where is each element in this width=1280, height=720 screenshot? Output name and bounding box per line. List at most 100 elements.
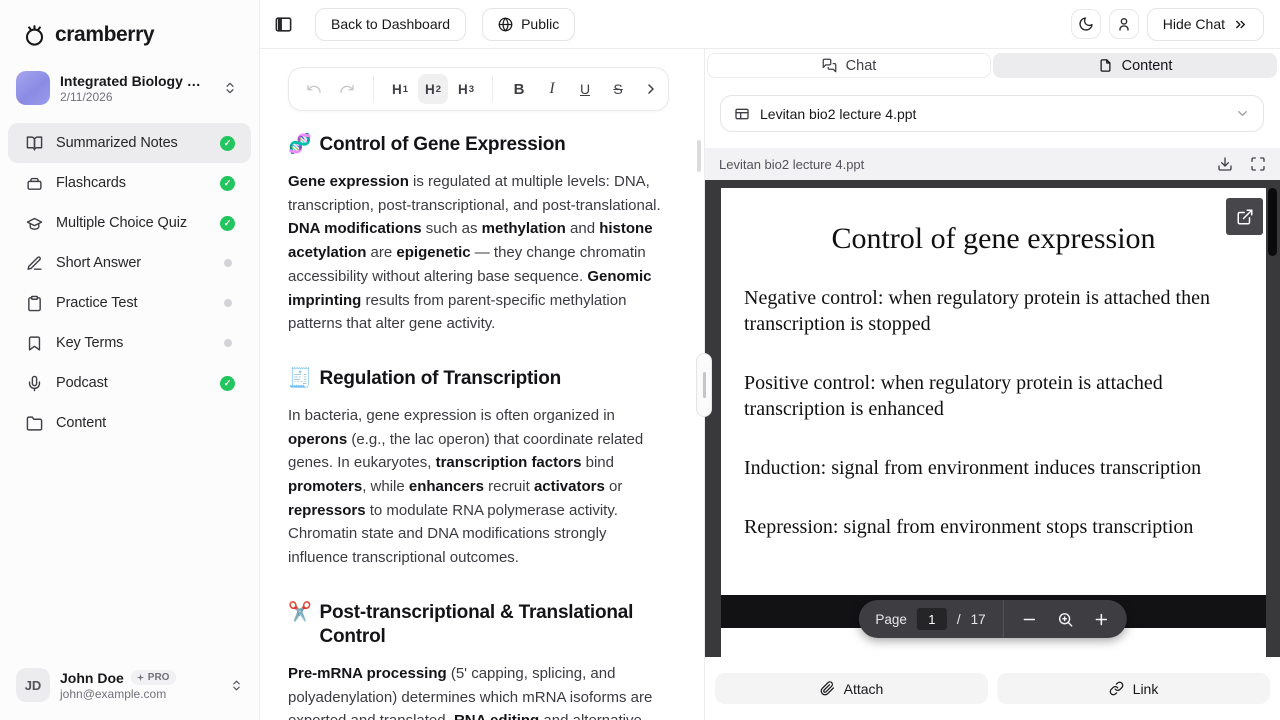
editor-toolbar: H1 H2 H3 B I U S — [288, 67, 669, 111]
sidebar-item-content[interactable]: Content — [8, 403, 251, 443]
download-icon[interactable] — [1217, 156, 1233, 172]
flashcards-icon — [26, 175, 43, 192]
status-badge — [220, 336, 235, 351]
bold-button[interactable]: B — [504, 74, 534, 104]
tab-chat[interactable]: Chat — [707, 53, 991, 78]
project-date: 2/11/2026 — [60, 90, 213, 104]
sidebar-item-practice-test[interactable]: Practice Test — [8, 283, 251, 323]
graduation-cap-icon — [26, 215, 43, 232]
dark-mode-button[interactable] — [1071, 9, 1101, 39]
zoom-out-icon[interactable] — [1021, 611, 1038, 628]
chat-bubble-icon — [822, 58, 837, 73]
sidebar-item-podcast[interactable]: Podcast ✓ — [8, 363, 251, 403]
panel-left-icon[interactable] — [274, 15, 293, 34]
dna-emoji-icon: 🧬 — [288, 133, 311, 157]
user-name: John Doe — [60, 670, 124, 686]
hide-chat-button[interactable]: Hide Chat — [1147, 8, 1264, 41]
pane-resize-handle[interactable] — [696, 353, 712, 417]
folder-icon — [26, 415, 43, 432]
ppt-viewer[interactable]: Control of gene expression Negative cont… — [705, 180, 1280, 657]
sidebar-item-key-terms[interactable]: Key Terms — [8, 323, 251, 363]
section-paragraph: Gene expression is regulated at multiple… — [288, 170, 670, 336]
slide-page-1: Control of gene expression Negative cont… — [721, 188, 1266, 595]
section-paragraph: In bacteria, gene expression is often or… — [288, 404, 670, 570]
section-heading: 🧬 Control of Gene Expression — [288, 133, 670, 157]
slide-paragraph: Induction: signal from environment induc… — [744, 455, 1243, 481]
zoom-in-icon[interactable] — [1093, 611, 1110, 628]
globe-icon — [498, 17, 513, 32]
page-total: 17 — [971, 612, 986, 627]
chevron-right-icon — [643, 81, 659, 97]
heading1-button[interactable]: H1 — [385, 74, 415, 104]
sidebar-item-multiple-choice-quiz[interactable]: Multiple Choice Quiz ✓ — [8, 203, 251, 243]
redo-button[interactable] — [332, 74, 362, 104]
document-icon — [1098, 58, 1113, 73]
viewer-scrollbar[interactable] — [1268, 188, 1277, 256]
notes-document[interactable]: 🧬 Control of Gene Expression Gene expres… — [288, 125, 670, 720]
sidebar-item-flashcards[interactable]: Flashcards ✓ — [8, 163, 251, 203]
project-selector[interactable]: Integrated Biology S… 2/11/2026 — [16, 71, 237, 105]
page-separator: / — [957, 612, 961, 627]
status-badge — [220, 296, 235, 311]
section-paragraph: Pre-mRNA processing (5' capping, splicin… — [288, 662, 670, 720]
undo-button[interactable] — [299, 74, 329, 104]
magnifier-icon[interactable] — [1057, 611, 1074, 628]
chevron-down-icon — [1235, 106, 1250, 121]
toolbar-more-button[interactable] — [636, 74, 666, 104]
undo-icon — [306, 81, 322, 97]
fullscreen-icon[interactable] — [1250, 156, 1266, 172]
pro-badge: PRO — [131, 670, 177, 685]
section-heading: ✂️ Post-transcriptional & Translational … — [288, 601, 670, 649]
editor-scrollbar[interactable] — [697, 140, 701, 172]
sidebar-item-label: Podcast — [56, 375, 207, 391]
heading3-button[interactable]: H3 — [451, 74, 481, 104]
chevrons-up-down-icon — [230, 679, 243, 692]
status-badge: ✓ — [220, 136, 235, 151]
user-email: john@example.com — [60, 687, 220, 701]
attach-button[interactable]: Attach — [715, 673, 988, 704]
project-title: Integrated Biology S… — [60, 73, 202, 89]
sidebar-item-label: Key Terms — [56, 335, 207, 351]
account-button[interactable] — [1109, 9, 1139, 39]
back-to-dashboard-button[interactable]: Back to Dashboard — [315, 8, 466, 41]
heading2-button[interactable]: H2 — [418, 74, 448, 104]
slide-title: Control of gene expression — [721, 222, 1266, 256]
app-logo: cramberry — [22, 22, 259, 47]
public-button[interactable]: Public — [482, 8, 575, 41]
slide-paragraph: Repression: signal from environment stop… — [744, 514, 1243, 540]
user-avatar: JD — [16, 668, 50, 702]
sidebar-item-label: Flashcards — [56, 175, 207, 191]
clipboard-icon — [26, 295, 43, 312]
paperclip-icon — [820, 681, 835, 696]
viewer-filename: Levitan bio2 lecture 4.ppt — [719, 157, 1200, 172]
sidebar-item-short-answer[interactable]: Short Answer — [8, 243, 251, 283]
sidebar-item-label: Short Answer — [56, 255, 207, 271]
open-external-button[interactable] — [1226, 198, 1263, 235]
user-menu[interactable]: JD John Doe PRO john@example.com — [0, 654, 259, 720]
status-badge: ✓ — [220, 176, 235, 191]
italic-button[interactable]: I — [537, 74, 567, 104]
table-icon — [734, 106, 750, 122]
strikethrough-button[interactable]: S — [603, 74, 633, 104]
link-icon — [1109, 681, 1124, 696]
sidebar-item-label: Multiple Choice Quiz — [56, 215, 207, 231]
page-label: Page — [875, 612, 907, 627]
link-button[interactable]: Link — [997, 673, 1270, 704]
bookmark-icon — [26, 335, 43, 352]
file-select-dropdown[interactable]: Levitan bio2 lecture 4.ppt — [720, 95, 1264, 132]
sparkle-icon — [136, 673, 145, 682]
chevrons-up-down-icon — [223, 81, 237, 95]
underline-button[interactable]: U — [570, 74, 600, 104]
sidebar-item-label: Summarized Notes — [56, 135, 207, 151]
microphone-icon — [26, 375, 43, 392]
page-controls: Page / 17 — [858, 600, 1126, 638]
app-name: cramberry — [55, 23, 154, 47]
sidebar: cramberry Integrated Biology S… 2/11/202… — [0, 0, 260, 720]
tab-content[interactable]: Content — [993, 53, 1277, 78]
sidebar-item-summarized-notes[interactable]: Summarized Notes ✓ — [8, 123, 251, 163]
file-select-value: Levitan bio2 lecture 4.ppt — [760, 106, 916, 122]
page-number-input[interactable] — [917, 608, 947, 630]
status-badge — [220, 256, 235, 271]
sidebar-nav: Summarized Notes ✓ Flashcards ✓ Multiple… — [8, 123, 251, 443]
chevrons-right-icon — [1233, 17, 1248, 32]
